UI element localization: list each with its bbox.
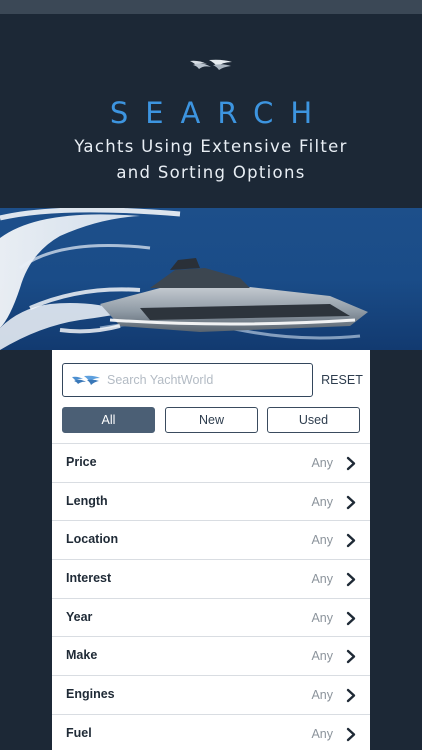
filter-row-location[interactable]: Location Any — [52, 520, 370, 559]
page-title: SEARCH — [109, 96, 330, 130]
chevron-right-icon — [346, 727, 356, 742]
filter-label: Year — [66, 609, 93, 624]
tab-all[interactable]: All — [62, 407, 155, 433]
status-bar — [0, 0, 422, 14]
filter-row-interest[interactable]: Interest Any — [52, 559, 370, 598]
chevron-right-icon — [346, 688, 356, 703]
filter-label: Make — [66, 648, 98, 663]
filter-row-make[interactable]: Make Any — [52, 636, 370, 675]
reset-button[interactable]: RESET — [321, 371, 363, 389]
yacht-photo — [0, 208, 422, 350]
yachtworld-logo-icon — [190, 59, 232, 70]
filter-value: Any — [311, 456, 333, 470]
search-input[interactable] — [107, 369, 307, 391]
tab-new[interactable]: New — [165, 407, 258, 433]
filter-label: Engines — [66, 687, 115, 702]
filter-row-year[interactable]: Year Any — [52, 597, 370, 637]
filter-label: Interest — [66, 571, 112, 586]
yachtworld-logo-icon — [72, 375, 100, 385]
filter-row-fuel[interactable]: Fuel Any — [52, 713, 370, 750]
filter-value: Any — [311, 572, 333, 587]
chevron-right-icon — [346, 456, 356, 471]
filter-label: Length — [66, 493, 108, 508]
chevron-right-icon — [346, 572, 356, 587]
filter-value: Any — [311, 610, 333, 625]
filter-value: Any — [311, 649, 333, 664]
tab-used[interactable]: Used — [267, 407, 360, 433]
search-panel: RESET All New Used Price Any Length Any … — [52, 350, 370, 750]
chevron-right-icon — [346, 611, 356, 625]
subtitle-line-1: Yachts Using Extensive Filter — [74, 137, 348, 156]
hero-banner: SEARCH Yachts Using Extensive Filter and… — [0, 14, 422, 208]
filter-row-price[interactable]: Price Any — [52, 443, 370, 482]
filter-row-engines[interactable]: Engines Any — [52, 675, 370, 714]
subtitle-line-2: and Sorting Options — [116, 163, 306, 182]
filter-value: Any — [311, 494, 333, 509]
chevron-right-icon — [346, 650, 356, 664]
filter-value: Any — [311, 533, 333, 548]
filter-label: Location — [66, 532, 119, 547]
filter-list: Price Any Length Any Location Any Intere… — [52, 443, 370, 750]
chevron-right-icon — [346, 495, 356, 509]
filter-row-length[interactable]: Length Any — [52, 481, 370, 521]
page-subtitle: Yachts Using Extensive Filter and Sortin… — [0, 134, 422, 186]
filter-label: Fuel — [66, 725, 92, 740]
filter-value: Any — [311, 726, 333, 741]
filter-value: Any — [311, 688, 333, 703]
chevron-right-icon — [346, 534, 356, 548]
filter-label: Price — [66, 455, 97, 469]
search-field[interactable] — [62, 363, 313, 397]
